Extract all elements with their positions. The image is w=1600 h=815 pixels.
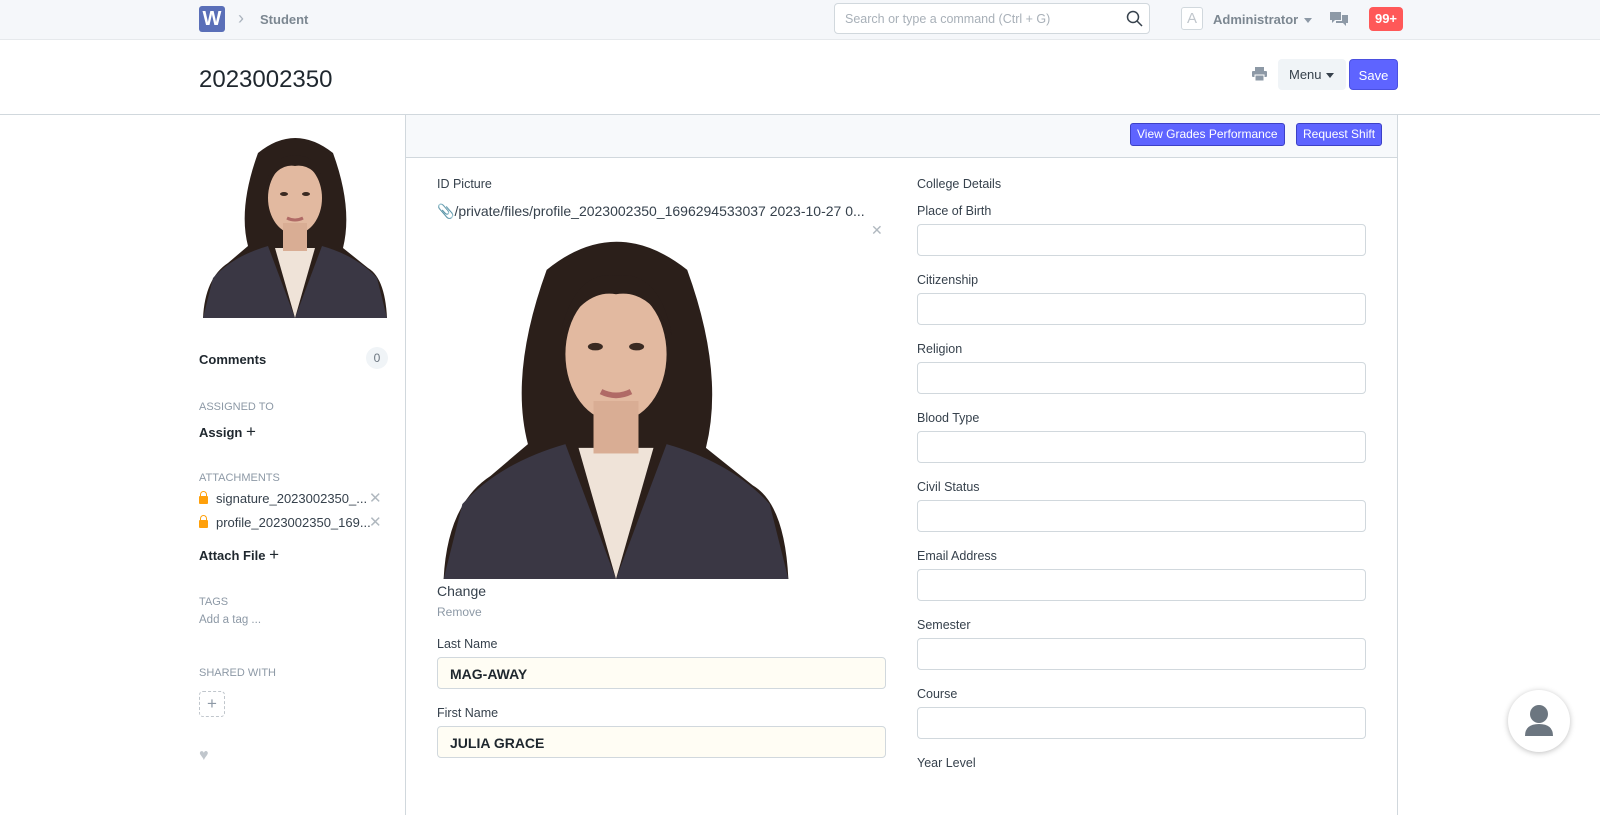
assigned-to-label: Assigned To — [199, 401, 274, 413]
caret-down-icon — [1325, 73, 1334, 79]
attach-file-label: Attach File — [199, 548, 266, 563]
change-link[interactable]: Change — [437, 583, 887, 603]
print-icon[interactable] — [1252, 67, 1267, 81]
right-column: College Details Place of Birth Citizenshi… — [917, 177, 1367, 776]
field-label: Citizenship — [917, 273, 979, 287]
field-label: Email Address — [917, 549, 997, 563]
field-input[interactable] — [917, 224, 1366, 256]
request-shift-button[interactable]: Request Shift — [1296, 123, 1383, 146]
heart-icon[interactable]: ♥ — [199, 747, 394, 765]
page-title: 2023002350 — [199, 66, 333, 93]
last-name-label: Last Name — [437, 637, 498, 651]
search-placeholder: Search or type a command (Ctrl + G) — [845, 12, 1051, 26]
add-tag-input[interactable]: Add a tag ... — [199, 614, 394, 626]
chevron-right-icon: › — [238, 8, 244, 28]
attach-file-button[interactable]: Attach File + — [199, 545, 394, 565]
add-share-button[interactable]: + — [199, 691, 225, 717]
field-label: Civil Status — [917, 480, 980, 494]
assign-label: Assign — [199, 425, 243, 440]
avatar[interactable]: A — [1181, 7, 1203, 30]
lock-icon — [199, 514, 208, 528]
user-icon — [1525, 705, 1553, 736]
field-input[interactable] — [917, 638, 1366, 670]
unlock-icon — [199, 490, 208, 504]
menu-label: Menu — [1289, 67, 1322, 82]
comments-section[interactable]: Comments 0 — [199, 347, 394, 369]
first-name-input[interactable]: JULIA GRACE — [437, 726, 886, 758]
chat-icon[interactable] — [1330, 11, 1348, 27]
field-input[interactable] — [917, 500, 1366, 532]
close-icon[interactable]: ✕ — [871, 222, 883, 239]
attachment-item[interactable]: profile_2023002350_169... ✕ — [199, 511, 394, 535]
comments-count: 0 — [366, 347, 388, 369]
tags-label: Tags — [199, 596, 229, 608]
remove-link[interactable]: Remove — [437, 605, 887, 637]
search-icon — [1126, 10, 1143, 27]
field-input[interactable] — [917, 293, 1366, 325]
notification-badge[interactable]: 99+ — [1369, 7, 1403, 31]
app-logo[interactable]: W — [199, 6, 225, 32]
field-input[interactable] — [917, 707, 1366, 739]
form-card: View Grades Performance Request Shift ID… — [405, 115, 1398, 815]
view-grades-button[interactable]: View Grades Performance — [1130, 123, 1285, 146]
attachment-name[interactable]: profile_2023002350_169... — [216, 515, 371, 530]
attachment-name[interactable]: signature_2023002350_... — [216, 491, 367, 506]
user-dropdown[interactable]: Administrator — [1213, 12, 1313, 27]
user-name: Administrator — [1213, 12, 1299, 27]
field-input[interactable] — [917, 362, 1366, 394]
field-input[interactable] — [917, 569, 1366, 601]
attachments-list: signature_2023002350_... ✕ profile_202300… — [199, 487, 394, 535]
field-label: Course — [917, 687, 958, 701]
caret-down-icon — [1304, 18, 1313, 24]
assign-button[interactable]: Assign + — [199, 422, 394, 442]
first-name-label: First Name — [437, 706, 499, 720]
attachments-label: Attachments — [199, 472, 280, 484]
file-link[interactable]: 📎/private/files/profile_2023002350_16962… — [437, 203, 887, 223]
last-name-input[interactable]: MAG-AWAY — [437, 657, 886, 689]
plus-icon: + — [245, 422, 256, 441]
field-label: Religion — [917, 342, 963, 356]
comments-label: Comments — [199, 352, 267, 367]
field-input[interactable] — [917, 431, 1366, 463]
section-title: College Details — [917, 177, 1002, 191]
file-path[interactable]: /private/files/profile_2023002350_169629… — [454, 203, 864, 219]
year-level-label: Year Level — [917, 756, 976, 770]
form-toolbar: View Grades Performance Request Shift — [406, 115, 1397, 158]
top-navbar: W › Student Search or type a command (Ct… — [0, 0, 1600, 40]
field-label: Semester — [917, 618, 971, 632]
help-chat-button[interactable] — [1508, 690, 1570, 752]
attachment-item[interactable]: signature_2023002350_... ✕ — [199, 487, 394, 511]
close-icon[interactable]: ✕ — [369, 511, 382, 535]
save-button[interactable]: Save — [1349, 59, 1398, 90]
id-picture-image — [439, 223, 793, 579]
close-icon[interactable]: ✕ — [369, 487, 382, 511]
search-input[interactable]: Search or type a command (Ctrl + G) — [834, 3, 1150, 34]
left-column: ID Picture 📎/private/files/profile_20230… — [437, 177, 887, 758]
menu-button[interactable]: Menu — [1278, 59, 1346, 90]
paperclip-icon: 📎 — [437, 203, 455, 219]
id-picture-label: ID Picture — [437, 177, 492, 191]
field-label: Place of Birth — [917, 204, 992, 218]
shared-with-label: Shared With — [199, 667, 276, 679]
breadcrumb-student[interactable]: Student — [260, 12, 308, 27]
sidebar-profile-image — [203, 128, 387, 318]
field-label: Blood Type — [917, 411, 980, 425]
page-header: 2023002350 Menu Save — [0, 40, 1600, 115]
plus-icon: + — [269, 545, 280, 564]
